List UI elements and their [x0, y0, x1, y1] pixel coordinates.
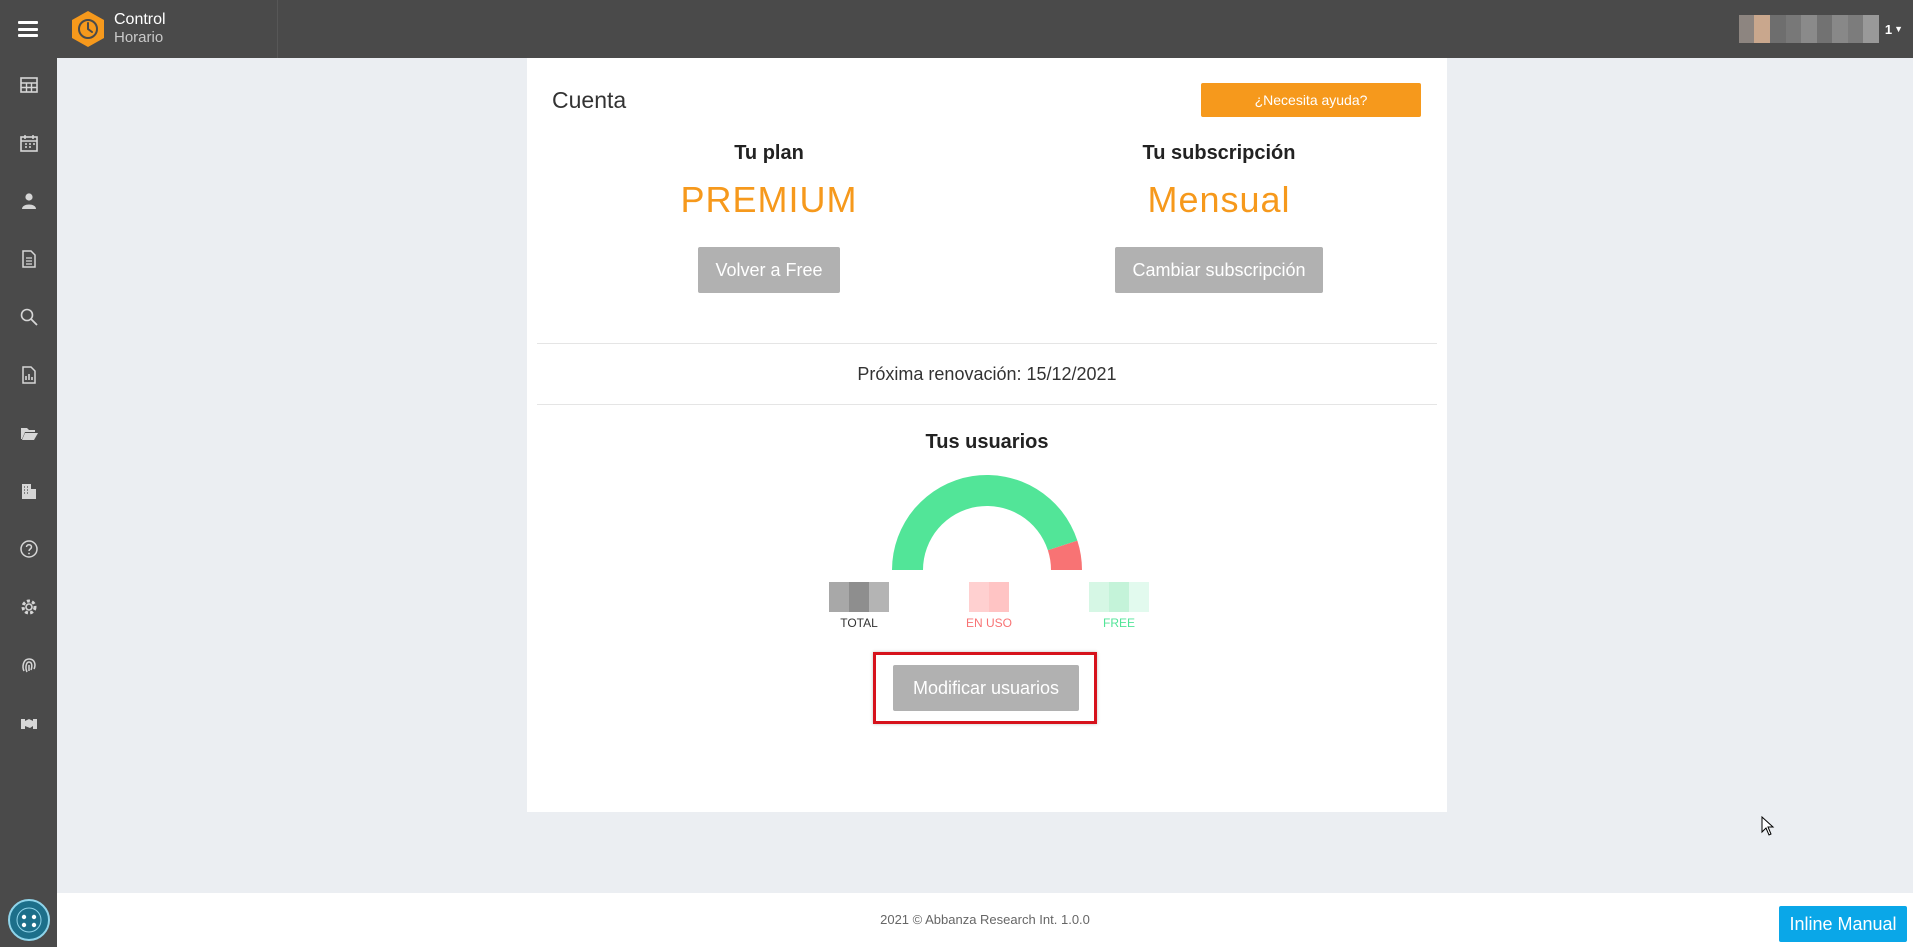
user-menu[interactable]: 1 ▼ [1738, 10, 1903, 48]
sidebar-item-dashboard[interactable] [0, 65, 57, 105]
sidebar-item-partners[interactable] [0, 703, 57, 743]
users-title: Tus usuarios [925, 431, 1049, 453]
sidebar-item-reports[interactable] [0, 355, 57, 395]
user-badge: 1 [1884, 21, 1893, 37]
total-value-redacted [829, 582, 889, 612]
in-use-value-redacted [969, 582, 1009, 612]
legend-total-label: TOTAL [840, 616, 878, 630]
plan-section: Tu plan PREMIUM Volver a Free [619, 142, 919, 293]
sidebar-item-company[interactable] [0, 471, 57, 511]
subscription-section: Tu subscripción Mensual Cambiar subscrip… [1069, 142, 1369, 293]
footer-text: 2021 © Abbanza Research Int. 1.0.0 [880, 912, 1090, 927]
highlight-box: Modificar usuarios [873, 652, 1097, 724]
legend-total: TOTAL [824, 582, 894, 630]
legend-free: FREE [1084, 582, 1154, 630]
help-icon [19, 540, 38, 558]
chevron-down-icon: ▼ [1894, 24, 1903, 34]
avatar [1738, 15, 1879, 43]
brand[interactable]: Control Horario [56, 0, 278, 58]
subscription-heading: Tu subscripción [1142, 142, 1296, 164]
legend-in-use: EN USO [954, 582, 1024, 630]
dashboard-icon [19, 77, 38, 93]
sidebar-item-search[interactable] [0, 297, 57, 337]
sidebar-item-settings[interactable] [0, 587, 57, 627]
sidebar [0, 58, 57, 947]
folder-open-icon [20, 428, 38, 440]
modify-users-button[interactable]: Modificar usuarios [893, 665, 1079, 711]
sidebar-item-folders[interactable] [0, 413, 57, 453]
page-title: Cuenta [552, 87, 627, 113]
brand-name-line2: Horario [114, 29, 164, 46]
report-icon [21, 366, 36, 384]
calendar-icon [19, 135, 38, 152]
divider [537, 343, 1437, 344]
renewal-date: Próxima renovación: 15/12/2021 [857, 364, 1117, 384]
account-card: Cuenta ¿Necesita ayuda? Tu plan PREMIUM … [527, 58, 1447, 812]
mouse-cursor-icon [1761, 816, 1775, 836]
user-icon [21, 193, 36, 209]
plan-heading: Tu plan [734, 142, 804, 164]
subscription-value: Mensual [1147, 179, 1291, 220]
document-icon [21, 250, 36, 268]
sidebar-item-biometric[interactable] [0, 645, 57, 685]
downgrade-free-button[interactable]: Volver a Free [698, 247, 840, 293]
help-button[interactable]: ¿Necesita ayuda? [1201, 83, 1421, 117]
clock-logo-icon [70, 10, 106, 48]
change-subscription-button[interactable]: Cambiar subscripción [1115, 247, 1323, 293]
users-gauge [892, 474, 1082, 570]
sidebar-item-help[interactable] [0, 529, 57, 569]
search-icon [20, 308, 38, 326]
fingerprint-icon [21, 658, 36, 673]
inline-manual-button[interactable]: Inline Manual [1779, 906, 1907, 942]
free-value-redacted [1089, 582, 1149, 612]
divider [537, 404, 1437, 405]
brand-name-line1: Control [114, 11, 166, 28]
legend-in-use-label: EN USO [965, 616, 1012, 630]
top-bar: Control Horario 1 ▼ [0, 0, 1913, 58]
sidebar-item-users[interactable] [0, 181, 57, 221]
building-icon [21, 484, 36, 499]
handshake-icon [20, 719, 37, 729]
sidebar-item-documents[interactable] [0, 239, 57, 279]
footer: 2021 © Abbanza Research Int. 1.0.0 [57, 893, 1913, 947]
hamburger-menu-icon[interactable] [0, 0, 56, 58]
legend-free-label: FREE [1102, 616, 1135, 630]
plan-value: PREMIUM [680, 179, 858, 220]
sidebar-item-calendar[interactable] [0, 123, 57, 163]
gear-icon [21, 599, 36, 615]
inline-help-widget-icon[interactable] [8, 899, 50, 941]
